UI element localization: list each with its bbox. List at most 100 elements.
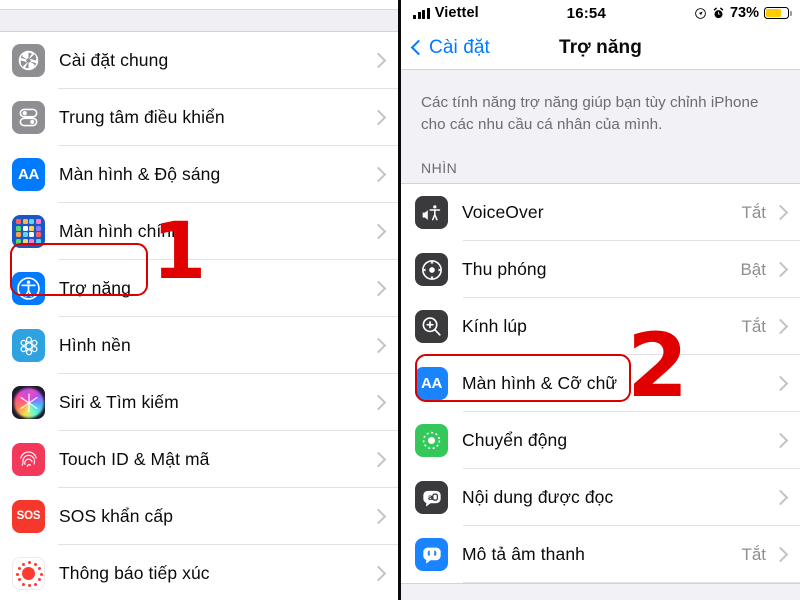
left-phone-screen: Cài đặt chung Trung tâm điều khiển AA Mà… [0,0,398,600]
accessibility-row-label: VoiceOver [462,202,544,223]
exposure-notification-icon [12,557,45,590]
chevron-left-icon [410,39,427,56]
settings-row-exposure-notifications[interactable]: Thông báo tiếp xúc [0,545,398,600]
chevron-right-icon [370,394,387,411]
back-button[interactable]: Cài đặt [410,36,490,59]
settings-row-siri-search[interactable]: Siri & Tìm kiếm [0,374,398,431]
accessibility-row-display-text-size[interactable]: AA Màn hình & Cỡ chữ [401,355,800,413]
description-area: Các tính năng trợ năng giúp bạn tùy chỉn… [401,70,800,137]
status-bar: Viettel 16:54 73% [401,0,800,26]
zoom-icon [415,253,448,287]
app-grid-glyph [16,219,41,244]
settings-row-label: Trợ năng [59,278,131,298]
siri-icon [12,386,45,419]
accessibility-row-label: Chuyển động [462,430,568,451]
cellular-signal-icon [413,7,430,19]
chevron-right-icon [772,375,789,392]
accessibility-row-label: Nội dung được đọc [462,487,614,508]
chevron-right-icon [772,318,789,335]
status-bar-time: 16:54 [566,4,607,22]
chevron-right-icon [772,489,789,506]
chevron-right-icon [772,204,789,221]
accessibility-row-value: Tắt [741,544,766,564]
sos-glyph: SOS [16,509,41,522]
touch-id-icon [12,443,45,476]
settings-row-label: Thông báo tiếp xúc [59,563,210,583]
chevron-right-icon [370,337,387,354]
settings-row-general[interactable]: Cài đặt chung [0,32,398,89]
step-number-1: 1 [152,207,207,297]
display-brightness-icon: AA [12,158,45,191]
chevron-right-icon [370,109,387,126]
display-text-size-icon: AA [415,367,448,401]
audio-description-icon [415,538,448,572]
alarm-clock-icon [713,7,724,18]
location-arrow-icon [695,7,706,19]
accessibility-row-label: Thu phóng [462,259,547,280]
gear-icon [12,44,45,77]
magnifier-icon [415,310,448,344]
accessibility-row-value: Tắt [741,202,766,222]
accessibility-row-label: Kính lúp [462,316,528,337]
chevron-right-icon [370,166,387,183]
accessibility-row-voiceover[interactable]: VoiceOver Tắt [401,184,800,242]
settings-row-label: Màn hình & Độ sáng [59,164,221,184]
settings-row-label: Màn hình chính [59,221,182,241]
tutorial-screenshot: Cài đặt chung Trung tâm điều khiển AA Mà… [0,0,800,600]
siri-star-glyph [19,392,38,413]
chevron-right-icon [772,432,789,449]
chevron-right-icon [370,565,387,582]
aa-glyph: AA [17,166,40,183]
accessibility-row-label: Màn hình & Cỡ chữ [462,373,618,394]
settings-row-label: Cài đặt chung [59,50,169,70]
list-footer-gap [401,583,800,600]
settings-row-control-center[interactable]: Trung tâm điều khiển [0,89,398,146]
accessibility-row-value: Bật [740,259,766,279]
wallpaper-icon [12,329,45,362]
control-center-icon [12,101,45,134]
voiceover-icon [415,196,448,230]
step-number-2: 2 [627,314,689,417]
home-screen-icon [12,215,45,248]
motion-icon [415,424,448,458]
chevron-right-icon [772,261,789,278]
back-button-label: Cài đặt [429,36,490,58]
settings-row-touch-id[interactable]: Touch ID & Mật mã [0,431,398,488]
carrier-label: Viettel [434,5,479,21]
battery-fill [766,9,782,17]
chevron-right-icon [772,546,789,563]
settings-row-display-brightness[interactable]: AA Màn hình & Độ sáng [0,146,398,203]
section-header-vision: NHÌN [401,136,800,185]
chevron-right-icon [370,508,387,525]
battery-percent-label: 73% [729,5,759,21]
chevron-right-icon [370,223,387,240]
accessibility-row-motion[interactable]: Chuyển động [401,412,800,470]
left-group-gap [0,10,398,32]
chevron-right-icon [370,280,387,297]
chevron-right-icon [370,52,387,69]
description-text: Các tính năng trợ năng giúp bạn tùy chỉn… [421,94,759,134]
accessibility-row-label: Mô tả âm thanh [462,544,585,565]
accessibility-row-magnifier[interactable]: Kính lúp Tắt [401,298,800,356]
left-top-gap [0,0,398,10]
settings-row-emergency-sos[interactable]: SOS SOS khẩn cấp [0,488,398,545]
sos-icon: SOS [12,500,45,533]
accessibility-row-zoom[interactable]: Thu phóng Bật [401,241,800,299]
right-phone-screen: Viettel 16:54 73% Cài đặt Trợ năng Các t… [401,0,800,600]
accessibility-row-audio-description[interactable]: Mô tả âm thanh Tắt [401,526,800,584]
battery-status-icon [764,7,792,19]
settings-row-label: Touch ID & Mật mã [59,449,210,469]
settings-row-label: Siri & Tìm kiếm [59,392,179,412]
accessibility-row-spoken-content[interactable]: a Nội dung được đọc [401,469,800,527]
chevron-right-icon [370,451,387,468]
accessibility-icon [12,272,45,305]
aa-glyph: AA [420,375,443,393]
settings-row-label: SOS khẩn cấp [59,506,174,526]
settings-row-wallpaper[interactable]: Hình nền [0,317,398,374]
spoken-content-icon: a [415,481,448,515]
accessibility-row-value: Tắt [741,316,766,336]
exposure-core-glyph [22,567,35,580]
settings-row-label: Trung tâm điều khiển [59,107,225,127]
navigation-bar: Cài đặt Trợ năng [401,26,800,70]
settings-row-label: Hình nền [59,335,131,355]
